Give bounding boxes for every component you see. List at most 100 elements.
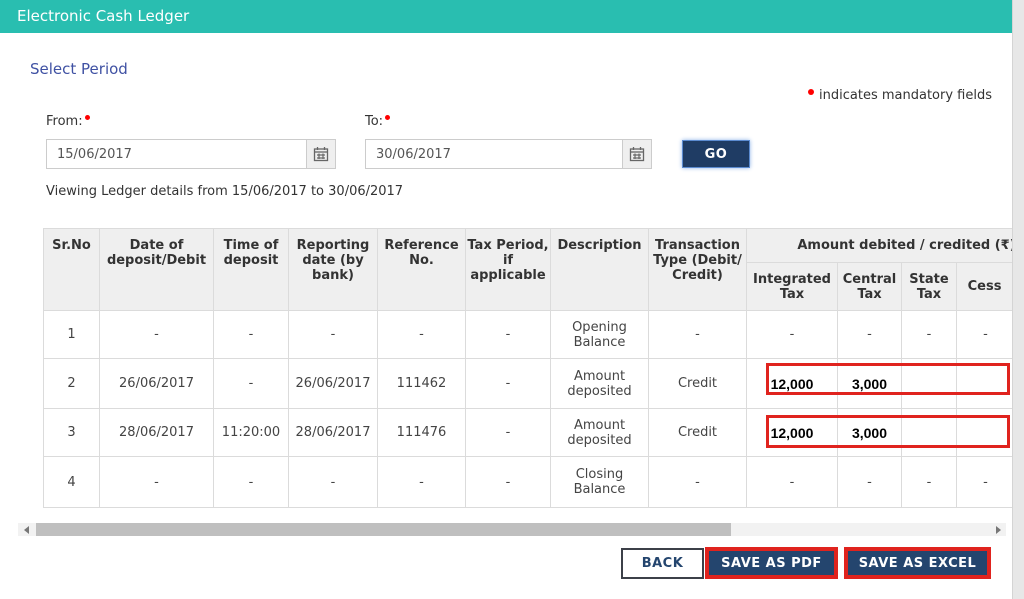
table-header: Sr.No Date of deposit/Debit Time of depo… [44,229,1013,311]
to-calendar-button[interactable] [622,139,652,169]
col-group-amount: Amount debited / credited (₹) [747,229,1013,263]
table-cell: - [466,359,551,409]
col-header-integrated-tax: Integrated Tax [747,263,838,311]
table-cell: - [902,457,957,508]
table-cell: 2 [44,359,100,409]
table-cell: 12,000 [747,409,838,457]
to-label: To: [365,114,390,129]
table-cell: 26/06/2017 [100,359,214,409]
table-cell: - [289,311,378,359]
page-title: Electronic Cash Ledger [17,0,189,33]
table-cell: 3,000 [838,409,902,457]
from-calendar-button[interactable] [306,139,336,169]
table-cell: Credit [649,359,747,409]
back-button[interactable]: BACK [621,548,704,579]
vertical-scrollbar[interactable] [1012,0,1024,599]
horizontal-scrollbar-thumb[interactable] [36,523,731,536]
table-cell: - [214,359,289,409]
from-label: From: [46,114,90,129]
table-row: 328/06/201711:20:0028/06/2017111476-Amou… [44,409,1013,457]
table-cell: - [747,311,838,359]
table-cell [902,359,957,409]
page-header: Electronic Cash Ledger [0,0,1024,33]
table-cell: Amount deposited [551,359,649,409]
table-cell: - [838,311,902,359]
table-cell: 26/06/2017 [289,359,378,409]
table-cell: - [289,457,378,508]
table-row: 4-----Closing Balance----- [44,457,1013,508]
table-cell: - [649,457,747,508]
col-header-srno: Sr.No [44,229,100,311]
table-cell: - [378,457,466,508]
col-header-tax-period: Tax Period, if applicable [466,229,551,311]
table-cell: Opening Balance [551,311,649,359]
ledger-table-viewport: Sr.No Date of deposit/Debit Time of depo… [43,228,1012,508]
save-as-excel-button[interactable]: SAVE AS EXCEL [848,551,987,575]
col-header-state-tax: State Tax [902,263,957,311]
to-date-group [365,139,652,169]
ledger-table-body: 1-----Opening Balance-----226/06/2017-26… [44,311,1013,508]
required-dot-icon [385,115,390,120]
table-cell [957,359,1013,409]
table-cell: 3 [44,409,100,457]
table-cell: 111462 [378,359,466,409]
table-cell: - [902,311,957,359]
mandatory-note-text: indicates mandatory fields [819,88,992,103]
table-cell: - [100,311,214,359]
annotation-box-save-excel: SAVE AS EXCEL [844,547,991,579]
table-cell: - [649,311,747,359]
table-cell [902,409,957,457]
table-row: 1-----Opening Balance----- [44,311,1013,359]
table-cell: 1 [44,311,100,359]
col-header-central-tax: Central Tax [838,263,902,311]
electronic-cash-ledger-page: Electronic Cash Ledger Select Period ind… [0,0,1024,599]
table-cell: Closing Balance [551,457,649,508]
col-header-reporting-date: Reporting date (by bank) [289,229,378,311]
section-title: Select Period [30,60,128,78]
table-cell: 111476 [378,409,466,457]
to-date-input[interactable] [365,139,622,169]
table-cell [957,409,1013,457]
mandatory-note: indicates mandatory fields [808,88,992,103]
annotation-box-save-pdf: SAVE AS PDF [705,547,838,579]
calendar-icon [313,146,329,162]
table-cell: - [378,311,466,359]
ledger-table: Sr.No Date of deposit/Debit Time of depo… [43,228,1012,508]
table-cell: 3,000 [838,359,902,409]
table-cell: - [100,457,214,508]
table-cell: - [838,457,902,508]
calendar-icon [629,146,645,162]
table-cell: - [214,311,289,359]
table-cell: - [747,457,838,508]
table-cell: - [957,457,1013,508]
table-cell: - [214,457,289,508]
col-header-date-of-deposit: Date of deposit/Debit [100,229,214,311]
table-cell: - [466,457,551,508]
table-cell: Amount deposited [551,409,649,457]
mandatory-dot-icon [808,89,814,95]
scroll-right-arrow-icon[interactable] [990,523,1006,536]
from-date-group [46,139,336,169]
table-row: 226/06/2017-26/06/2017111462-Amount depo… [44,359,1013,409]
viewing-ledger-text: Viewing Ledger details from 15/06/2017 t… [46,184,403,199]
from-date-input[interactable] [46,139,306,169]
col-header-cess: Cess [957,263,1013,311]
col-header-reference-no: Reference No. [378,229,466,311]
table-cell: Credit [649,409,747,457]
table-cell: 28/06/2017 [100,409,214,457]
table-cell: 12,000 [747,359,838,409]
table-cell: 28/06/2017 [289,409,378,457]
scroll-left-arrow-icon[interactable] [18,523,34,536]
col-header-time-of-deposit: Time of deposit [214,229,289,311]
save-as-pdf-button[interactable]: SAVE AS PDF [709,551,834,575]
table-cell: 4 [44,457,100,508]
table-cell: - [466,409,551,457]
col-header-description: Description [551,229,649,311]
table-cell: - [957,311,1013,359]
go-button[interactable]: GO [682,140,750,168]
col-header-transaction-type: Transaction Type (Debit/ Credit) [649,229,747,311]
table-cell: 11:20:00 [214,409,289,457]
table-cell: - [466,311,551,359]
horizontal-scrollbar[interactable] [18,523,1006,536]
required-dot-icon [85,115,90,120]
